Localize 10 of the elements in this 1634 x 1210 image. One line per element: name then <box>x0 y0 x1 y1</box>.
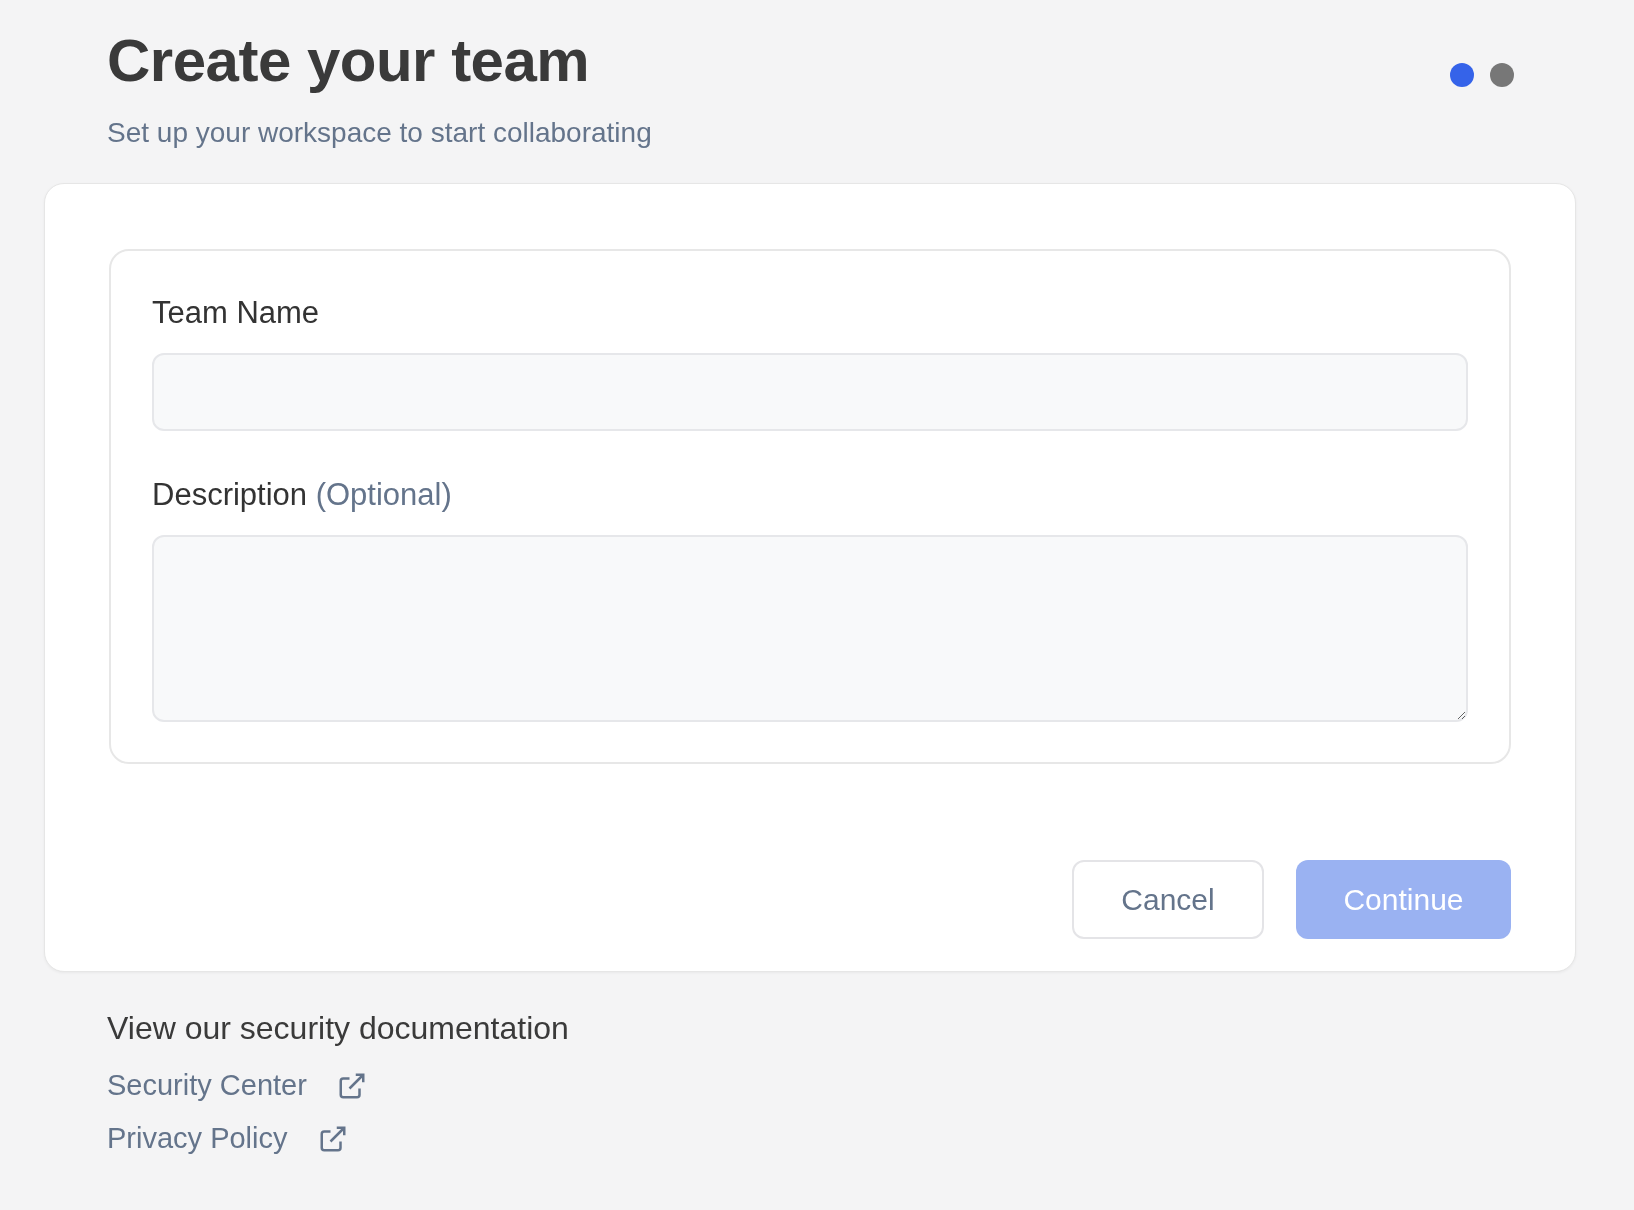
input-field[interactable] <box>152 353 1468 431</box>
page-subtitle: Set up your workspace to start collaborating <box>107 117 652 149</box>
field-label: Description (Optional) <box>152 477 453 513</box>
external-link[interactable]: Privacy Policy <box>107 1122 348 1155</box>
page-title: Create your team <box>107 26 591 95</box>
footer-heading: View our security documentation <box>107 1010 570 1047</box>
external-link[interactable]: Security Center <box>107 1069 367 1102</box>
text-area[interactable] <box>152 535 1468 722</box>
cancel-button[interactable]: Cancel <box>1072 860 1264 939</box>
field-label: Team Name <box>152 295 321 331</box>
